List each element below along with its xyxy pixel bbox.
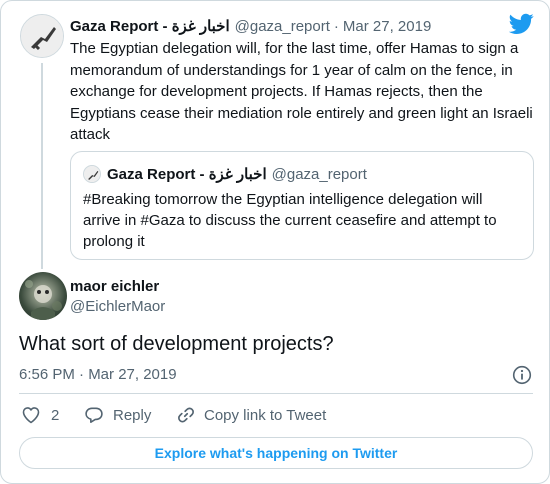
link-icon [178,407,194,423]
twitter-bird-icon[interactable] [509,13,534,35]
speech-bubble-icon [85,407,103,423]
reply-timestamp[interactable]: 6:56 PM · Mar 27, 2019 [19,366,177,383]
like-count: 2 [51,406,60,424]
header-separator: · [333,17,339,35]
parent-author-name[interactable]: Gaza Report - اخبار غزة [70,17,230,35]
reply-author-name[interactable]: maor eichler [70,278,159,295]
explore-twitter-button[interactable]: Explore what's happening on Twitter [19,437,533,469]
maor-eichler-avatar[interactable] [19,272,67,320]
reply-label: Reply [113,406,152,424]
copy-link-label: Copy link to Tweet [204,406,327,424]
copy-link-button[interactable]: Copy link to Tweet [176,404,326,426]
reply-button[interactable]: Reply [84,404,151,426]
quoted-author-handle: @gaza_report [271,165,367,183]
info-icon[interactable] [512,365,532,385]
quoted-tweet[interactable]: Gaza Report - اخبار غزة @gaza_report #Br… [70,151,534,260]
quoted-author-name: Gaza Report - اخبار غزة [107,166,267,183]
parent-tweet-header: Gaza Report - اخبار غزة @gaza_report · M… [70,15,431,37]
like-button[interactable]: 2 [21,404,59,426]
actions-divider [19,393,533,394]
thread-connector-line [41,63,43,269]
parent-tweet-text: The Egyptian delegation will, for the la… [70,40,533,143]
gaza-report-avatar[interactable] [20,14,64,58]
embedded-tweet-card: Gaza Report - اخبار غزة @gaza_report · M… [0,0,550,484]
quoted-tweet-text: #Breaking tomorrow the Egyptian intellig… [83,191,497,250]
quoted-author-avatar [83,165,101,183]
parent-author-handle[interactable]: @gaza_report [235,18,330,35]
quoted-tweet-header: Gaza Report - اخبار غزة @gaza_report [83,164,367,184]
parent-tweet-date[interactable]: Mar 27, 2019 [343,18,431,35]
reply-author-handle[interactable]: @EichlerMaor [70,298,165,315]
heart-icon [22,407,40,424]
reply-tweet-text: What sort of development projects? [19,333,334,355]
